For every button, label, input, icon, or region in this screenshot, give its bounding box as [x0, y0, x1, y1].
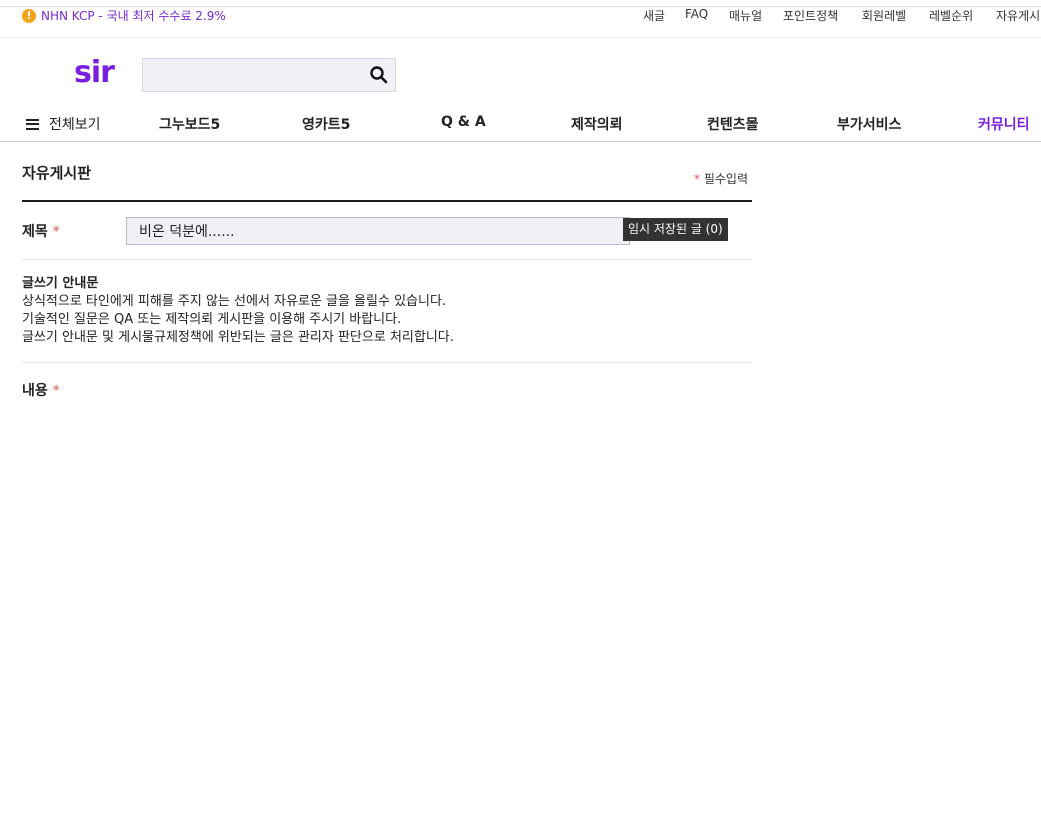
- guide-line: 상식적으로 타인에게 피해를 주지 않는 선에서 자유로운 글을 올릴수 있습니…: [22, 294, 447, 309]
- view-all-button[interactable]: 전체보기: [26, 114, 101, 134]
- content-required-star: *: [52, 383, 60, 399]
- nav-item-gnuboard5[interactable]: 그누보드5: [159, 114, 220, 134]
- nav-item-qna[interactable]: Q & A: [441, 114, 486, 130]
- required-text: 필수입력: [703, 172, 748, 186]
- title-divider: [22, 200, 752, 202]
- nav-item-community[interactable]: 커뮤니티: [978, 114, 1030, 134]
- guide-line: 글쓰기 안내문 및 게시물규제정책에 위반되는 글은 관리자 판단으로 처리합니…: [22, 330, 454, 345]
- top-link-manual[interactable]: 매뉴얼: [729, 7, 762, 24]
- main-navigation: 전체보기 그누보드5 영카트5 Q & A 제작의뢰 컨텐츠몰 부가서비스 커뮤…: [0, 104, 1041, 142]
- top-link-new-posts[interactable]: 새글: [643, 7, 665, 24]
- required-star: *: [694, 172, 700, 186]
- nav-item-content-mall[interactable]: 컨텐츠몰: [707, 114, 759, 134]
- writing-guide: 글쓰기 안내문 상식적으로 타인에게 피해를 주지 않는 선에서 자유로운 글을…: [22, 275, 454, 347]
- required-note: * 필수입력: [694, 170, 748, 187]
- row-divider: [22, 362, 752, 363]
- nav-item-addon-services[interactable]: 부가서비스: [837, 114, 901, 134]
- temp-saved-posts-button[interactable]: 임시 저장된 글 (0): [623, 218, 728, 241]
- search-box: [142, 58, 396, 92]
- view-all-label: 전체보기: [49, 117, 101, 133]
- notice-banner[interactable]: ! NHN KCP - 국내 최저 수수료 2.9%: [22, 7, 226, 24]
- subject-label-text: 제목: [22, 224, 48, 240]
- notice-text[interactable]: NHN KCP - 국내 최저 수수료 2.9%: [41, 7, 226, 24]
- nav-item-youngcart5[interactable]: 영카트5: [302, 114, 350, 134]
- nav-item-request[interactable]: 제작의뢰: [571, 114, 623, 134]
- top-link-member-level[interactable]: 회원레벨: [862, 7, 906, 24]
- guide-title: 글쓰기 안내문: [22, 276, 99, 291]
- site-logo[interactable]: sir: [74, 57, 115, 89]
- hamburger-icon: [26, 118, 39, 130]
- top-link-point-policy[interactable]: 포인트정책: [783, 7, 838, 24]
- content-label: 내용 *: [22, 380, 60, 400]
- guide-line: 기술적인 질문은 QA 또는 제작의뢰 게시판을 이용해 주시기 바랍니다.: [22, 312, 402, 327]
- search-icon[interactable]: [369, 65, 389, 85]
- search-input[interactable]: [143, 59, 374, 91]
- content-label-text: 내용: [22, 383, 48, 399]
- top-link-faq[interactable]: FAQ: [685, 7, 708, 21]
- top-link-free-board[interactable]: 자유게시: [996, 7, 1040, 24]
- row-divider: [22, 259, 752, 260]
- top-link-level-rank[interactable]: 레벨순위: [929, 7, 973, 24]
- subject-required-star: *: [52, 224, 60, 240]
- subject-input[interactable]: [126, 217, 630, 245]
- exclamation-icon: !: [22, 8, 36, 23]
- subject-label: 제목 *: [22, 221, 60, 241]
- page-title: 자유게시판: [22, 164, 92, 182]
